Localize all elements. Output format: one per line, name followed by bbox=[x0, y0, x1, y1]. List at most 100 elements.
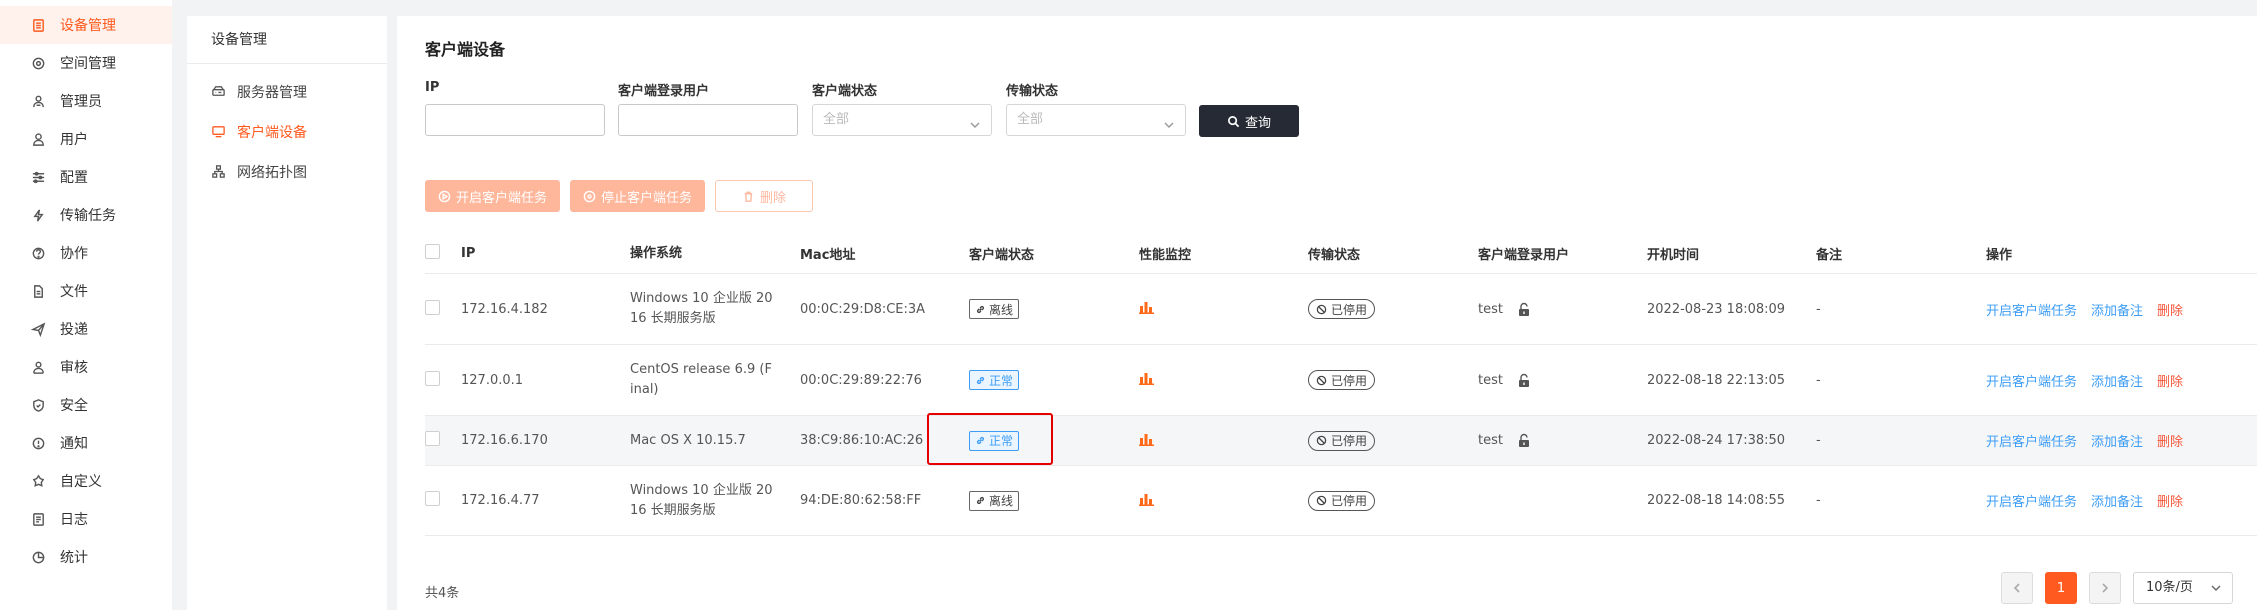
page-size-select[interactable]: 10条/页 bbox=[2133, 572, 2233, 604]
page-number-current[interactable]: 1 bbox=[2045, 572, 2077, 604]
start-task-link[interactable]: 开启客户端任务 bbox=[1986, 431, 2077, 450]
lock-icon[interactable] bbox=[1517, 373, 1532, 388]
login-user-cell: test bbox=[1478, 373, 1647, 388]
row-checkbox[interactable] bbox=[425, 299, 440, 315]
disabled-icon bbox=[1316, 375, 1327, 385]
link-icon bbox=[976, 376, 985, 384]
sidebar-item-file[interactable]: 文件 bbox=[0, 272, 172, 310]
chevron-down-icon bbox=[969, 113, 981, 128]
add-note-link[interactable]: 添加备注 bbox=[2091, 300, 2143, 319]
lock-icon[interactable] bbox=[1517, 302, 1532, 317]
client-table: IP 操作系统 Mac地址 客户端状态 性能监控 传输状态 客户端登录用户 开机… bbox=[425, 234, 2257, 536]
action-bar: 开启客户端任务 停止客户端任务 删除 bbox=[425, 180, 814, 212]
sidebar-item-stats[interactable]: 统计 bbox=[0, 538, 172, 576]
delete-link[interactable]: 删除 bbox=[2157, 300, 2183, 319]
start-task-link[interactable]: 开启客户端任务 bbox=[1986, 300, 2077, 319]
prev-page-button[interactable] bbox=[2001, 572, 2033, 604]
ip-cell: 172.16.4.77 bbox=[461, 493, 540, 508]
notify-icon bbox=[30, 435, 46, 451]
sidebar-item-notify[interactable]: 通知 bbox=[0, 424, 172, 462]
play-circle-icon bbox=[438, 190, 451, 202]
sidebar-item-transfer[interactable]: 传输任务 bbox=[0, 196, 172, 234]
table-row: 172.16.6.170 Mac OS X 10.15.7 38:C9:86:1… bbox=[425, 416, 2257, 466]
note-cell: - bbox=[1816, 493, 1821, 508]
ip-cell: 172.16.4.182 bbox=[461, 301, 548, 317]
next-page-button[interactable] bbox=[2089, 572, 2121, 604]
subnav-item-server[interactable]: 服务器管理 bbox=[187, 72, 387, 112]
sidebar-item-security[interactable]: 安全 bbox=[0, 386, 172, 424]
client-status-badge: 离线 bbox=[969, 490, 1020, 511]
space-icon bbox=[30, 55, 46, 71]
collab-icon bbox=[30, 245, 46, 261]
audit-icon bbox=[30, 359, 46, 375]
start-client-task-button[interactable]: 开启客户端任务 bbox=[425, 180, 561, 212]
subnav-item-label: 服务器管理 bbox=[237, 85, 307, 101]
sidebar-item-label: 传输任务 bbox=[60, 208, 116, 224]
login-user-input[interactable] bbox=[618, 104, 798, 136]
total-count: 共4条 bbox=[425, 586, 460, 601]
chevron-right-icon bbox=[2102, 583, 2109, 593]
sidebar-item-audit[interactable]: 审核 bbox=[0, 348, 172, 386]
sidebar-item-config[interactable]: 配置 bbox=[0, 158, 172, 196]
search-icon bbox=[1228, 115, 1240, 127]
performance-monitor[interactable] bbox=[1139, 371, 1308, 389]
transfer-status-badge: 已停用 bbox=[1308, 370, 1376, 390]
user-icon bbox=[30, 131, 46, 147]
user-label: 客户端登录用户 bbox=[618, 84, 710, 99]
add-note-link[interactable]: 添加备注 bbox=[2091, 491, 2143, 510]
boot-time-cell: 2022-08-23 18:08:09 bbox=[1647, 301, 1786, 317]
transfer-status-select[interactable]: 全部 bbox=[1006, 104, 1186, 136]
row-checkbox[interactable] bbox=[425, 370, 440, 386]
subnav-item-label: 客户端设备 bbox=[237, 125, 307, 141]
config-icon bbox=[30, 169, 46, 185]
os-cell: Mac OS X 10.15.7 bbox=[630, 432, 746, 448]
performance-monitor[interactable] bbox=[1139, 300, 1308, 318]
delete-link[interactable]: 删除 bbox=[2157, 491, 2183, 510]
subnav-item-label: 网络拓扑图 bbox=[237, 165, 307, 181]
sidebar-item-send[interactable]: 投递 bbox=[0, 310, 172, 348]
main-sidebar: 设备管理 空间管理 管理员 用户 配置 传输任务 协作 文件 投递 审核 安全 … bbox=[0, 0, 172, 610]
lock-icon[interactable] bbox=[1517, 433, 1532, 448]
sidebar-item-custom[interactable]: 自定义 bbox=[0, 462, 172, 500]
client-status-select[interactable]: 全部 bbox=[812, 104, 992, 136]
delete-link[interactable]: 删除 bbox=[2157, 371, 2183, 390]
topology-icon bbox=[211, 164, 227, 180]
sidebar-item-admin[interactable]: 管理员 bbox=[0, 82, 172, 120]
stop-client-task-button[interactable]: 停止客户端任务 bbox=[570, 180, 706, 212]
delete-link[interactable]: 删除 bbox=[2157, 431, 2183, 450]
sidebar-item-space[interactable]: 空间管理 bbox=[0, 44, 172, 82]
ip-input[interactable] bbox=[425, 104, 605, 136]
sidebar-item-user[interactable]: 用户 bbox=[0, 120, 172, 158]
stats-icon bbox=[30, 549, 46, 565]
stop-circle-icon bbox=[583, 190, 596, 202]
start-task-link[interactable]: 开启客户端任务 bbox=[1986, 491, 2077, 510]
delete-button[interactable]: 删除 bbox=[715, 180, 814, 212]
login-user-cell: test bbox=[1478, 302, 1647, 317]
sidebar-item-collab[interactable]: 协作 bbox=[0, 234, 172, 272]
select-all-checkbox[interactable] bbox=[425, 244, 440, 259]
sidebar-item-device[interactable]: 设备管理 bbox=[0, 6, 172, 44]
performance-monitor[interactable] bbox=[1139, 492, 1308, 510]
col-header: 操作系统 bbox=[630, 245, 683, 261]
row-checkbox[interactable] bbox=[425, 431, 440, 446]
add-note-link[interactable]: 添加备注 bbox=[2091, 371, 2143, 390]
col-header: Mac地址 bbox=[800, 248, 856, 263]
performance-monitor[interactable] bbox=[1139, 432, 1308, 450]
transfer-status-badge: 已停用 bbox=[1308, 299, 1376, 319]
sidebar-item-label: 用户 bbox=[60, 132, 88, 148]
sidebar-item-label: 统计 bbox=[60, 550, 88, 566]
add-note-link[interactable]: 添加备注 bbox=[2091, 431, 2143, 450]
table-header: IP 操作系统 Mac地址 客户端状态 性能监控 传输状态 客户端登录用户 开机… bbox=[425, 234, 2257, 274]
row-checkbox[interactable] bbox=[425, 491, 440, 506]
subnav-item-client-device[interactable]: 客户端设备 bbox=[187, 112, 387, 152]
query-button[interactable]: 查询 bbox=[1199, 105, 1299, 137]
os-cell: Windows 10 企业版 20 16 长期服务版 bbox=[630, 291, 773, 326]
subnav-item-topology[interactable]: 网络拓扑图 bbox=[187, 152, 387, 192]
sidebar-item-log[interactable]: 日志 bbox=[0, 500, 172, 538]
send-icon bbox=[30, 321, 46, 337]
start-task-link[interactable]: 开启客户端任务 bbox=[1986, 371, 2077, 390]
boot-time-cell: 2022-08-24 17:38:50 bbox=[1647, 433, 1786, 448]
transfer-status-value: 全部 bbox=[1017, 112, 1044, 127]
col-header: 操作 bbox=[1986, 248, 2013, 263]
mac-cell: 00:0C:29:D8:CE:3A bbox=[800, 301, 926, 317]
